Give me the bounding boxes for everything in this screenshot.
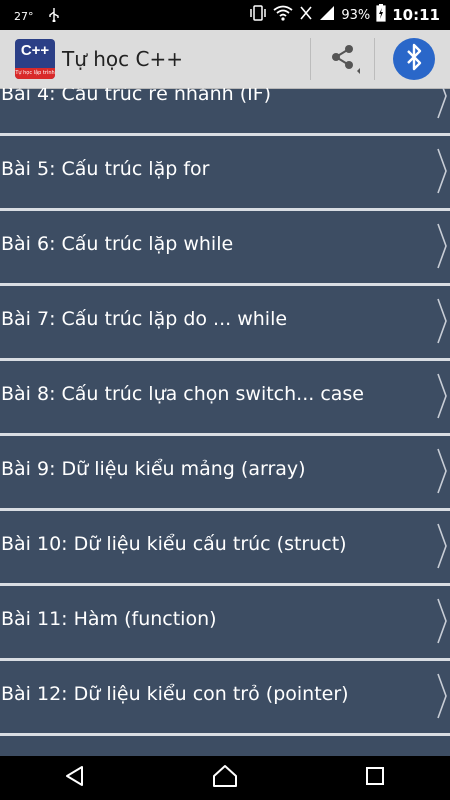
chevron-right-icon [437, 521, 447, 575]
home-icon [212, 764, 238, 792]
chevron-right-icon [437, 221, 447, 275]
back-button[interactable] [55, 758, 95, 798]
usb-icon [48, 8, 60, 25]
list-item[interactable]: Bài 11: Hàm (function) [0, 586, 450, 661]
chevron-right-icon [437, 596, 447, 650]
battery-charging-icon [376, 4, 386, 26]
vibrate-icon [249, 5, 267, 25]
list-item[interactable]: Bài 7: Cấu trúc lặp do ... while [0, 286, 450, 361]
lesson-label: Bài 9: Dữ liệu kiểu mảng (array) [1, 458, 306, 480]
lesson-label: Bài 10: Dữ liệu kiểu cấu trúc (struct) [1, 533, 347, 555]
page-title: Tự học C++ [62, 47, 183, 71]
list-item[interactable]: Bài 12: Dữ liệu kiểu con trỏ (pointer) [0, 661, 450, 736]
app-logo: C++ Tự học lập trình [15, 39, 55, 79]
lesson-label: Bài 12: Dữ liệu kiểu con trỏ (pointer) [1, 683, 349, 705]
status-bar: 27° 93% 10:11 [0, 0, 450, 30]
list-item[interactable]: Bài 10: Dữ liệu kiểu cấu trúc (struct) [0, 511, 450, 586]
chevron-right-icon [437, 446, 447, 500]
share-icon [326, 40, 360, 78]
lesson-label: Bài 11: Hàm (function) [1, 608, 217, 630]
battery-percent: 93% [341, 7, 371, 23]
temperature-text: 27° [14, 10, 34, 23]
no-sim-icon [299, 5, 313, 25]
app-bar: C++ Tự học lập trình Tự học C++ [0, 30, 450, 89]
list-item[interactable]: Bài 9: Dữ liệu kiểu mảng (array) [0, 436, 450, 511]
bluetooth-button[interactable] [393, 38, 435, 80]
back-icon [64, 765, 86, 791]
share-button[interactable] [310, 38, 375, 80]
chevron-right-icon [437, 296, 447, 350]
wifi-icon [273, 5, 293, 25]
home-button[interactable] [205, 758, 245, 798]
bluetooth-icon [403, 43, 425, 75]
recents-icon [365, 766, 385, 790]
list-item[interactable]: Bài 5: Cấu trúc lặp for [0, 136, 450, 211]
chevron-right-icon [437, 88, 447, 125]
lesson-label: Bài 4: Cấu trúc rẽ nhánh (IF) [1, 88, 272, 105]
recents-button[interactable] [355, 758, 395, 798]
list-item[interactable]: Bài 6: Cấu trúc lặp while [0, 211, 450, 286]
navigation-bar [0, 756, 450, 800]
list-item[interactable]: Bài 8: Cấu trúc lựa chọn switch... case [0, 361, 450, 436]
clock-time: 10:11 [392, 6, 440, 24]
lesson-label: Bài 8: Cấu trúc lựa chọn switch... case [1, 383, 364, 405]
lesson-label: Bài 5: Cấu trúc lặp for [1, 158, 210, 180]
chevron-right-icon [437, 146, 447, 200]
chevron-right-icon [437, 371, 447, 425]
chevron-right-icon [437, 671, 447, 725]
signal-icon [319, 5, 335, 25]
lesson-label: Bài 6: Cấu trúc lặp while [1, 233, 234, 255]
lesson-list[interactable]: Bài 4: Cấu trúc rẽ nhánh (IF) Bài 5: Cấu… [0, 88, 450, 756]
lesson-label: Bài 7: Cấu trúc lặp do ... while [1, 308, 288, 330]
list-item[interactable]: Bài 4: Cấu trúc rẽ nhánh (IF) [0, 88, 450, 136]
